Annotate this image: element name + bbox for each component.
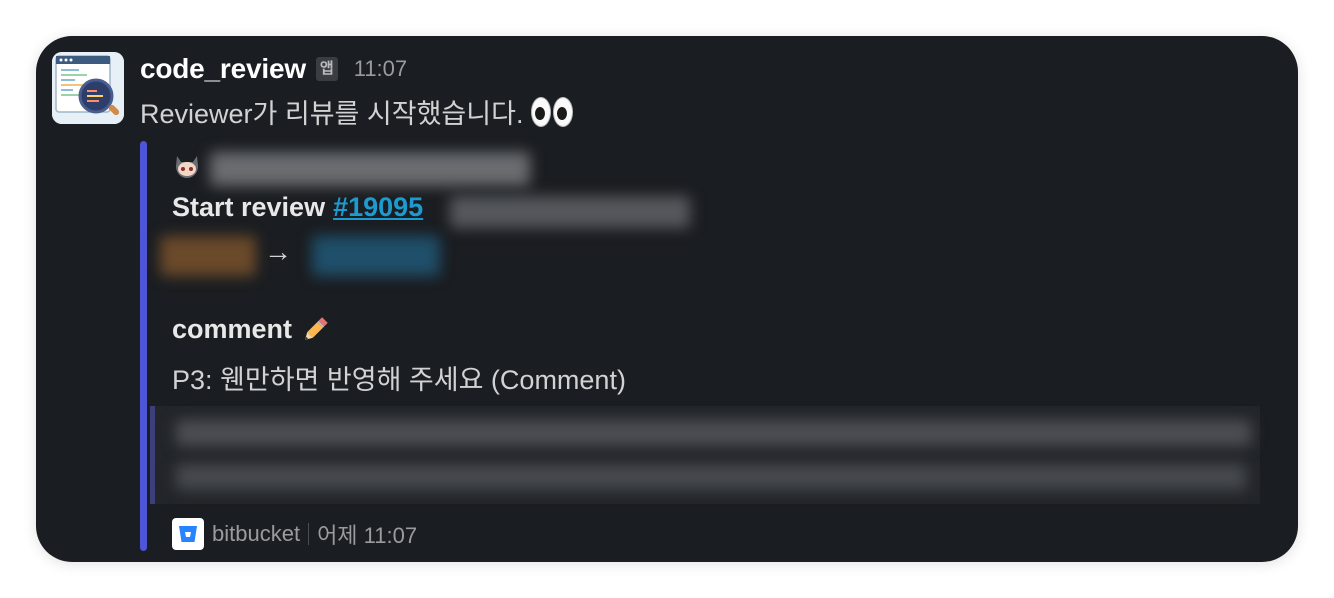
- octocat-icon: [176, 156, 198, 178]
- code-review-magnifier-icon: [52, 52, 124, 124]
- message-header: code_review 앱 11:07: [140, 50, 407, 88]
- footer-divider: [308, 523, 310, 545]
- start-review-label: Start review: [172, 192, 326, 222]
- eyes-icon: [531, 96, 574, 127]
- message-text-row: Reviewer가 리뷰를 시작했습니다.: [140, 92, 574, 131]
- bitbucket-icon: [172, 518, 204, 550]
- target-branch-redacted: [312, 236, 440, 276]
- pencil-icon: [305, 316, 328, 340]
- code-line-2-redacted: [176, 464, 1246, 490]
- message-time[interactable]: 11:07: [354, 56, 407, 82]
- footer-source: bitbucket: [212, 521, 301, 546]
- comment-text: P3: 웬만하면 반영해 주세요 (Comment): [172, 365, 626, 395]
- author-name-redacted: [210, 152, 530, 186]
- attachment-accent-bar: [140, 141, 147, 551]
- pr-title-redacted: [450, 196, 690, 228]
- code-quote-bar: [150, 406, 155, 504]
- branch-arrow: →: [264, 236, 292, 267]
- app-badge: 앱: [315, 57, 338, 81]
- review-title: Start review #19095: [172, 192, 423, 223]
- bot-name[interactable]: code_review: [140, 53, 306, 85]
- footer-time[interactable]: 어제 11:07: [317, 518, 417, 550]
- pr-link[interactable]: #19095: [333, 192, 423, 223]
- message-text: Reviewer가 리뷰를 시작했습니다.: [140, 99, 524, 129]
- code-line-1-redacted: [176, 420, 1251, 446]
- bot-avatar[interactable]: [52, 52, 124, 124]
- comment-title: comment: [172, 314, 293, 344]
- comment-title-row: comment: [172, 314, 330, 345]
- source-branch-redacted: [160, 236, 256, 276]
- attachment-footer: bitbucket 어제 11:07: [172, 516, 417, 552]
